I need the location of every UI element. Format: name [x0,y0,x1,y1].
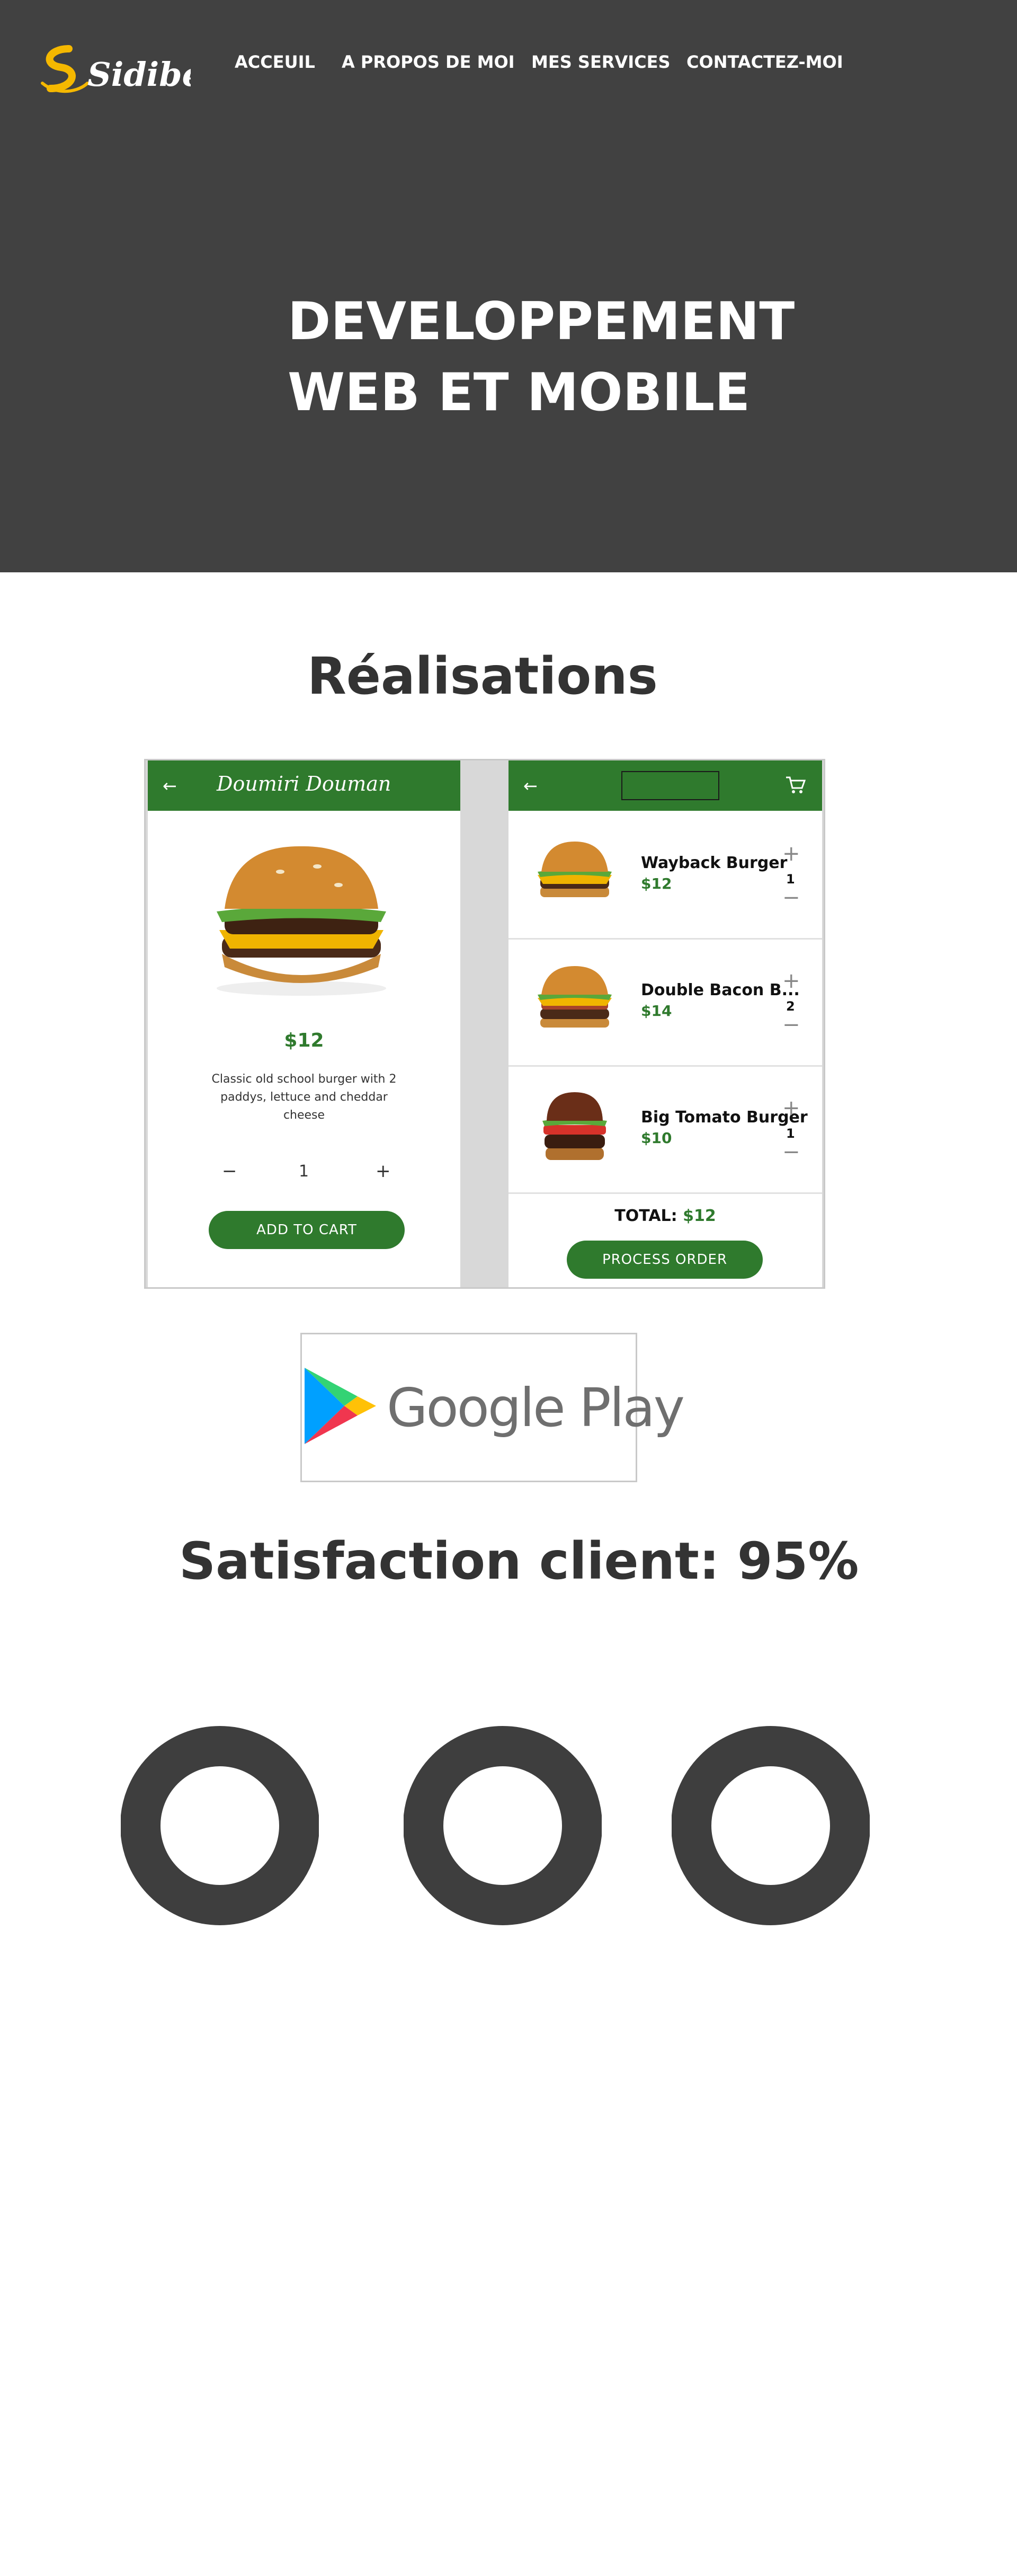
appbar-title-box [621,771,719,800]
quantity-stepper: − 1 + [148,1161,460,1182]
page: Sidibé ACCEUIL A PROPOS DE MOI MES SERVI… [0,0,1017,2576]
burger-thumbnail [542,1092,607,1160]
donut-chart [672,1726,870,1925]
quantity-value: 1 [299,1162,309,1181]
hero-title: DEVELOPPEMENT WEB ET MOBILE [288,291,795,423]
minus-icon: − [782,886,800,910]
item-price: $14 [641,1002,672,1020]
nav-a-propos[interactable]: A PROPOS DE MOI [342,52,515,72]
app-brand: Doumiri Douman [217,772,391,795]
product-appbar: ← Doumiri Douman [148,760,460,811]
realisations-title: Réalisations [307,647,658,706]
item-name: Wayback Burger [641,854,788,872]
cart-total: TOTAL: $12 [508,1207,822,1225]
product-price: $12 [284,1030,324,1051]
cart-item: Wayback Burger $12 + 1 − [508,812,822,940]
hero-section: Sidibé ACCEUIL A PROPOS DE MOI MES SERVI… [0,0,1017,572]
plus-icon: + [376,1161,391,1182]
minus-icon: − [222,1161,237,1182]
google-play-text: Google Play [387,1377,685,1439]
cart-item: Big Tomato Burger $10 + 1 − [508,1067,822,1194]
cart-appbar: ← [508,760,822,811]
total-label: TOTAL: [614,1207,677,1225]
back-arrow-icon: ← [163,776,177,796]
nav-services[interactable]: MES SERVICES [531,52,671,72]
item-name: Double Bacon B... [641,981,800,999]
item-qty: 1 [786,1126,795,1141]
product-description: Classic old school burger with 2 paddys,… [211,1073,397,1122]
donut-chart [404,1726,602,1925]
minus-icon: − [782,1140,800,1164]
product-screen: ← Doumiri Douman $12 Classic old school … [148,760,460,1287]
plus-icon: + [782,842,800,866]
cart-item: Double Bacon B... $14 + 2 − [508,940,822,1067]
nav-acceuil[interactable]: ACCEUIL [235,52,315,72]
item-price: $12 [641,875,672,892]
logo-text: Sidibé [87,55,191,94]
google-play-icon [305,1368,376,1444]
satisfaction-title: Satisfaction client: 95% [179,1532,859,1591]
total-value: $12 [683,1207,716,1225]
cart-screen: ← Wayback Burger $12 + 1 − Double Bacon … [508,760,822,1287]
item-qty: 1 [786,872,795,887]
cart-icon [786,776,806,793]
donut-chart [121,1726,319,1925]
minus-icon: − [782,1013,800,1037]
google-play-badge[interactable]: Google Play [300,1333,685,1482]
burger-thumbnail [538,842,612,897]
process-order-button: PROCESS ORDER [567,1241,763,1279]
plus-icon: + [782,969,800,993]
add-to-cart-button: ADD TO CART [209,1211,405,1249]
item-qty: 2 [786,999,795,1014]
burger-thumbnail [538,966,612,1028]
site-logo[interactable]: Sidibé [37,33,191,102]
item-price: $10 [641,1129,672,1147]
app-showcase-image: ← Doumiri Douman $12 Classic old school … [144,759,825,1289]
back-arrow-icon: ← [523,776,538,796]
nav-contact[interactable]: CONTACTEZ-MOI [686,52,843,72]
plus-icon: + [782,1096,800,1120]
burger-image [217,846,386,996]
